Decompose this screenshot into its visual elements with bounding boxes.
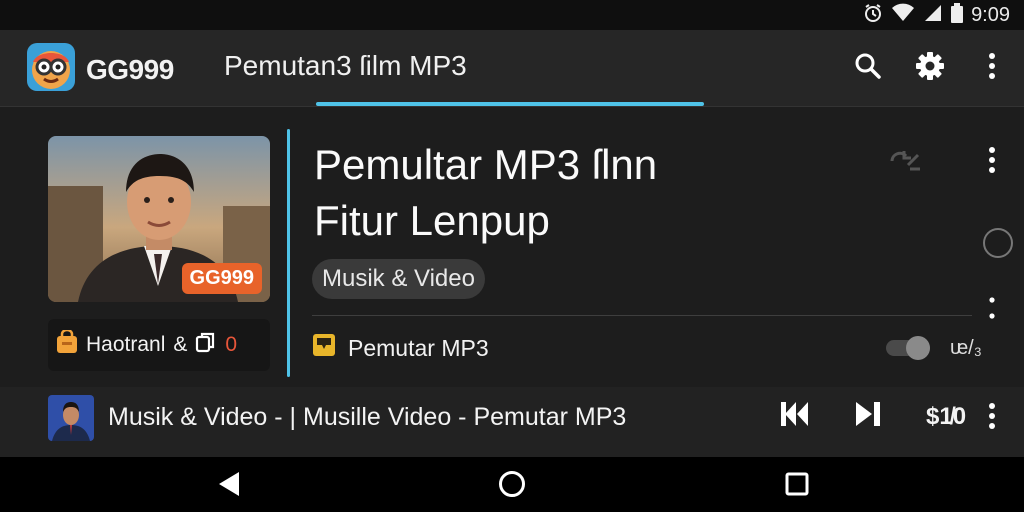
cover-badge: GG999	[181, 263, 262, 294]
home-circle-icon	[498, 470, 526, 503]
skip-previous-icon	[780, 401, 810, 432]
cellular-signal-icon	[923, 3, 943, 28]
search-icon	[854, 52, 882, 85]
select-radio[interactable]	[983, 228, 1013, 258]
nav-home-button[interactable]	[497, 470, 527, 503]
alarm-icon	[863, 3, 883, 28]
more-vertical-icon	[988, 403, 996, 433]
app-bar: GG999 Pemutan3 ſilm MP3	[0, 30, 1024, 107]
app-logo-icon	[26, 42, 76, 97]
wifi-icon	[891, 3, 915, 28]
meta-count: 0	[225, 333, 238, 356]
list-item-mp3[interactable]: Pemutar MP3	[312, 333, 489, 363]
now-playing-title: Musik & Video - | Musille Video - Pemuta…	[108, 403, 627, 431]
gear-icon	[915, 51, 945, 86]
brand[interactable]: GG999	[26, 42, 174, 97]
next-button[interactable]	[854, 401, 882, 432]
more-vertical-icon	[988, 297, 996, 325]
skip-next-icon	[854, 401, 882, 432]
media-file-icon	[312, 333, 336, 363]
app-bar-actions	[850, 50, 1010, 86]
meta-label: Haotranl	[86, 333, 166, 356]
toggle-thumb	[906, 336, 930, 360]
search-button[interactable]	[850, 50, 886, 86]
row-trailing-label: ᵫ/₃	[950, 337, 982, 359]
mp3-toggle[interactable]	[886, 336, 932, 360]
section-divider	[312, 315, 972, 316]
more-vertical-icon	[988, 147, 996, 177]
overflow-menu-button[interactable]	[974, 50, 1010, 86]
more-vertical-icon	[988, 52, 996, 84]
back-triangle-icon	[217, 471, 241, 502]
now-playing-thumbnail[interactable]	[48, 395, 94, 441]
status-icons: 9:09	[863, 3, 1010, 28]
recents-square-icon	[785, 472, 809, 501]
category-chip[interactable]: Musik & Video	[312, 259, 485, 299]
mini-player[interactable]: Musik & Video - | Musille Video - Pemuta…	[0, 387, 1024, 457]
meta-separator: &	[173, 333, 188, 356]
feature-headline: Pemultar MP3 ſlnn Fitur Lenpup	[314, 137, 657, 249]
main-content: GG999 Haotranl & 0 Pemultar MP3 ſlnn Fit…	[0, 107, 1024, 387]
headline-line-1: Pemultar MP3 ſlnn	[314, 141, 658, 188]
nav-back-button[interactable]	[214, 471, 244, 501]
player-more-button[interactable]	[988, 403, 996, 434]
brand-name: GG999	[86, 53, 174, 85]
playback-speed-button[interactable]: $1̸0	[926, 403, 966, 431]
repost-icon[interactable]	[888, 149, 922, 178]
nav-recents-button[interactable]	[782, 471, 812, 501]
status-bar: 9:09	[0, 0, 1024, 30]
system-navigation-bar	[0, 457, 1024, 512]
copy-icon	[195, 331, 217, 359]
active-tab-indicator	[316, 102, 704, 106]
page-title: Pemutan3 ſilm MP3	[224, 50, 467, 81]
list-item-label: Pemutar MP3	[348, 334, 489, 361]
bag-icon	[56, 328, 78, 360]
settings-button[interactable]	[912, 50, 948, 86]
meta-card[interactable]: Haotranl & 0	[48, 319, 270, 371]
accent-divider	[287, 129, 290, 377]
headline-line-2: Fitur Lenpup	[314, 197, 550, 244]
cover-image[interactable]: GG999	[48, 136, 270, 302]
previous-button[interactable]	[780, 401, 810, 432]
card-more-button[interactable]	[988, 147, 996, 178]
status-time: 9:09	[971, 4, 1010, 26]
battery-icon	[951, 3, 964, 28]
row-more-button[interactable]	[988, 297, 996, 326]
player-controls: $1̸0	[780, 401, 966, 432]
